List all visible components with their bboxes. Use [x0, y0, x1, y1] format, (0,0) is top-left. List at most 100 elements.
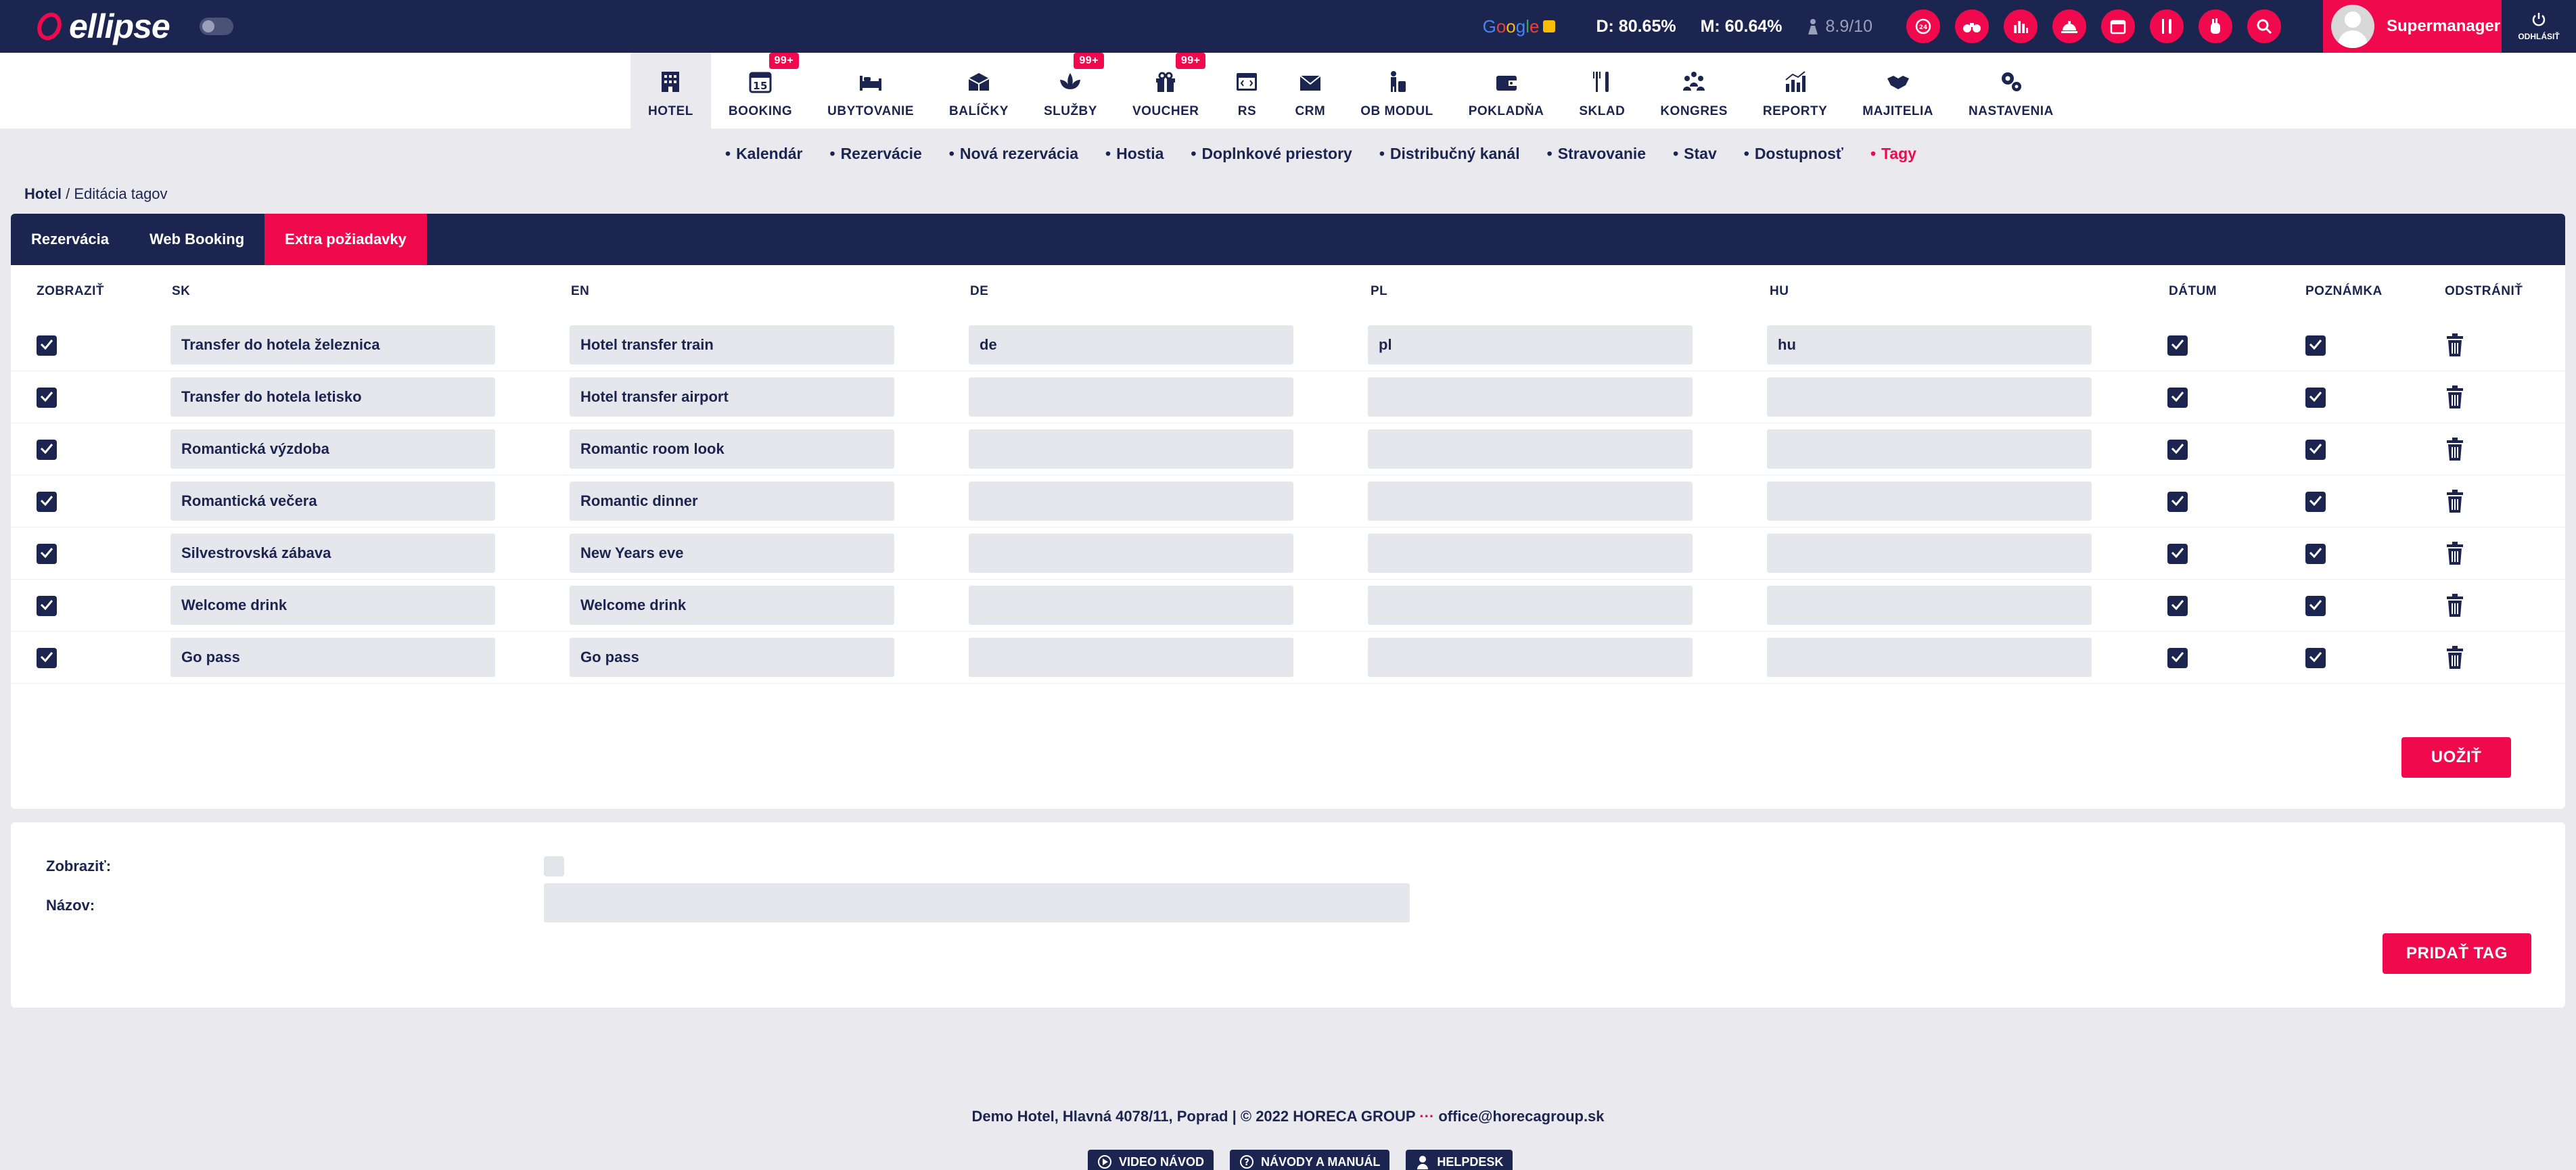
module-hotel[interactable]: HOTEL [630, 53, 711, 128]
tag-hu-input[interactable] [1767, 638, 2092, 677]
tag-hu-input[interactable] [1767, 534, 2092, 573]
module-poklad-a[interactable]: POKLADŇA [1451, 53, 1562, 128]
tag-sk-input[interactable]: Romantická večera [170, 482, 495, 521]
module-voucher[interactable]: VOUCHER 99+ [1115, 53, 1217, 128]
show-checkbox[interactable] [37, 335, 57, 356]
note-checkbox[interactable] [2305, 492, 2326, 512]
note-checkbox[interactable] [2305, 440, 2326, 460]
tag-hu-input[interactable] [1767, 482, 2092, 521]
search-icon[interactable] [2247, 9, 2281, 43]
note-checkbox[interactable] [2305, 648, 2326, 668]
subnav-item[interactable]: Stravovanie [1547, 145, 1646, 163]
tag-pl-input[interactable] [1368, 638, 1693, 677]
show-checkbox[interactable] [544, 856, 564, 876]
hand-icon[interactable] [2199, 9, 2232, 43]
manuals-button[interactable]: ? NÁVODY A MANUÁL [1230, 1150, 1390, 1170]
tag-hu-input[interactable] [1767, 429, 2092, 469]
tag-en-input[interactable]: Romantic dinner [570, 482, 894, 521]
date-checkbox[interactable] [2167, 440, 2188, 460]
logout-button[interactable]: ODHLÁSIŤ [2502, 0, 2576, 53]
tag-sk-input[interactable]: Romantická výzdoba [170, 429, 495, 469]
tag-pl-input[interactable] [1368, 377, 1693, 417]
show-checkbox[interactable] [37, 648, 57, 668]
tag-sk-input[interactable]: Go pass [170, 638, 495, 677]
service-bell-icon[interactable] [2052, 9, 2086, 43]
footer-email[interactable]: office@horecagroup.sk [1438, 1108, 1604, 1125]
subnav-item[interactable]: Tagy [1870, 145, 1916, 163]
subnav-item[interactable]: Hostia [1105, 145, 1164, 163]
subnav-item[interactable]: Doplnkové priestory [1191, 145, 1352, 163]
tag-de-input[interactable] [969, 482, 1293, 521]
show-checkbox[interactable] [37, 544, 57, 564]
google-rating[interactable]: Google [1483, 16, 1556, 37]
trash-icon[interactable] [2445, 593, 2465, 617]
show-checkbox[interactable] [37, 440, 57, 460]
module-kongres[interactable]: KONGRES [1642, 53, 1745, 128]
24h-icon[interactable]: 24 [1906, 9, 1940, 43]
trash-icon[interactable] [2445, 333, 2465, 357]
module-majitelia[interactable]: MAJITELIA [1845, 53, 1951, 128]
apply-button[interactable]: UOŽIŤ [2401, 737, 2511, 778]
module-slu-by[interactable]: SLUŽBY 99+ [1026, 53, 1115, 128]
tag-sk-input[interactable]: Transfer do hotela letisko [170, 377, 495, 417]
tag-de-input[interactable] [969, 377, 1293, 417]
name-input[interactable] [544, 883, 1410, 922]
trash-icon[interactable] [2445, 645, 2465, 670]
trash-icon[interactable] [2445, 437, 2465, 461]
tag-de-input[interactable] [969, 638, 1293, 677]
tag-sk-input[interactable]: Transfer do hotela železnica [170, 325, 495, 365]
date-checkbox[interactable] [2167, 544, 2188, 564]
date-checkbox[interactable] [2167, 388, 2188, 408]
show-checkbox[interactable] [37, 596, 57, 616]
tag-de-input[interactable] [969, 429, 1293, 469]
module-reporty[interactable]: REPORTY [1745, 53, 1845, 128]
tag-de-input[interactable] [969, 534, 1293, 573]
tag-pl-input[interactable]: pl [1368, 325, 1693, 365]
note-checkbox[interactable] [2305, 544, 2326, 564]
tag-en-input[interactable]: Romantic room look [570, 429, 894, 469]
tag-en-input[interactable]: Go pass [570, 638, 894, 677]
module-crm[interactable]: CRM [1277, 53, 1343, 128]
tag-hu-input[interactable] [1767, 586, 2092, 625]
module-nastavenia[interactable]: NASTAVENIA [1951, 53, 2071, 128]
trash-icon[interactable] [2445, 541, 2465, 565]
tag-pl-input[interactable] [1368, 482, 1693, 521]
helpdesk-button[interactable]: HELPDESK [1406, 1150, 1513, 1170]
tag-sk-input[interactable]: Silvestrovská zábava [170, 534, 495, 573]
breadcrumb-root[interactable]: Hotel [24, 185, 62, 202]
tag-hu-input[interactable] [1767, 377, 2092, 417]
trash-icon[interactable] [2445, 489, 2465, 513]
tag-hu-input[interactable]: hu [1767, 325, 2092, 365]
tag-en-input[interactable]: New Years eve [570, 534, 894, 573]
video-guide-button[interactable]: VIDEO NÁVOD [1088, 1150, 1214, 1170]
tag-pl-input[interactable] [1368, 586, 1693, 625]
tag-de-input[interactable]: de [969, 325, 1293, 365]
module-bal-ky[interactable]: BALÍČKY [932, 53, 1026, 128]
module-sklad[interactable]: SKLAD [1561, 53, 1642, 128]
tag-de-input[interactable] [969, 586, 1293, 625]
show-checkbox[interactable] [37, 388, 57, 408]
subnav-item[interactable]: Distribučný kanál [1379, 145, 1520, 163]
module-ob-modul[interactable]: OB MODUL [1343, 53, 1450, 128]
subnav-item[interactable]: Rezervácie [830, 145, 922, 163]
user-menu[interactable]: Supermanager [2323, 0, 2502, 53]
subnav-item[interactable]: Kalendár [725, 145, 802, 163]
tab-extra-poziadavky[interactable]: Extra požiadavky [264, 214, 427, 265]
tag-sk-input[interactable]: Welcome drink [170, 586, 495, 625]
subnav-item[interactable]: Nová rezervácia [949, 145, 1078, 163]
date-checkbox[interactable] [2167, 335, 2188, 356]
logo[interactable]: ellipse [35, 0, 170, 53]
note-checkbox[interactable] [2305, 388, 2326, 408]
tag-en-input[interactable]: Hotel transfer airport [570, 377, 894, 417]
note-checkbox[interactable] [2305, 596, 2326, 616]
cutlery-icon[interactable] [2150, 9, 2184, 43]
binoculars-icon[interactable] [1955, 9, 1989, 43]
theme-toggle[interactable] [199, 18, 233, 35]
tab-web-booking[interactable]: Web Booking [129, 214, 264, 265]
tag-pl-input[interactable] [1368, 429, 1693, 469]
tag-pl-input[interactable] [1368, 534, 1693, 573]
tag-en-input[interactable]: Welcome drink [570, 586, 894, 625]
tag-en-input[interactable]: Hotel transfer train [570, 325, 894, 365]
date-checkbox[interactable] [2167, 492, 2188, 512]
bar-chart-icon[interactable] [2004, 9, 2038, 43]
